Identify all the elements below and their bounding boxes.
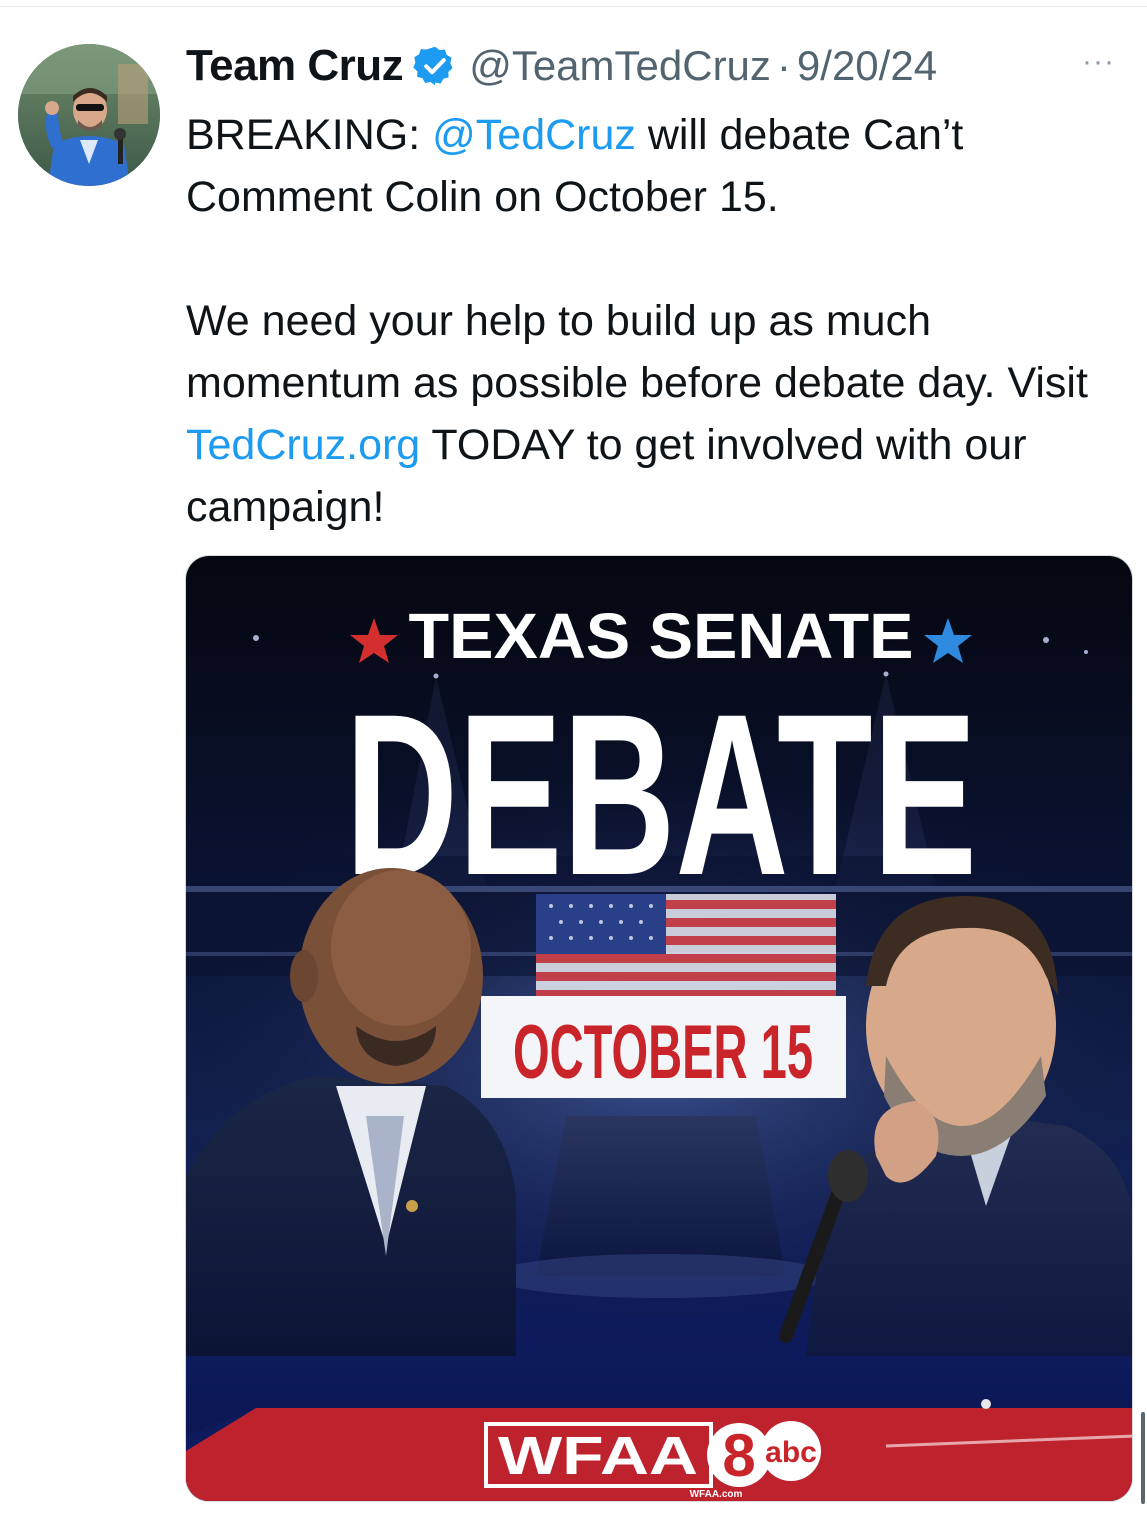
title-line-1: TEXAS SENATE: [409, 600, 914, 672]
wfaa-logo-text: WFAA: [498, 1426, 698, 1486]
author-handle[interactable]: @TeamTedCruz: [469, 42, 771, 90]
text-segment: BREAKING:: [186, 111, 433, 159]
date-banner-text: OCTOBER 15: [513, 1010, 813, 1095]
post-date[interactable]: 9/20/24: [797, 42, 937, 90]
scrollbar[interactable]: [1141, 1412, 1145, 1504]
tweet-media-image[interactable]: OCTOBER 15 TEXAS SENATE DEBATE WFAA 8 ab…: [185, 555, 1133, 1502]
mention-link[interactable]: @TedCruz: [432, 111, 636, 159]
more-options-icon[interactable]: ···: [1082, 47, 1115, 77]
channel-number: 8: [722, 1422, 755, 1489]
divider: [0, 6, 1147, 7]
avatar[interactable]: [18, 44, 160, 186]
wfaa-site-text: WFAA.com: [690, 1489, 743, 1500]
tweet-text: BREAKING: @TedCruz will debate Can’t Com…: [186, 104, 1126, 538]
text-segment: We need your help to build up as much mo…: [186, 297, 1088, 407]
separator-dot: ·: [776, 42, 791, 89]
tweet-paragraph-1: BREAKING: @TedCruz will debate Can’t Com…: [186, 104, 1126, 228]
tweet[interactable]: Team Cruz @TeamTedCruz · 9/20/24 ··· BRE…: [0, 0, 1147, 1513]
author-name[interactable]: Team Cruz: [186, 41, 404, 91]
verified-badge-icon: [413, 44, 457, 88]
website-link[interactable]: TedCruz.org: [186, 421, 420, 469]
abc-logo-text: abc: [765, 1436, 817, 1469]
tweet-paragraph-2: We need your help to build up as much mo…: [186, 290, 1126, 538]
tweet-header: Team Cruz @TeamTedCruz · 9/20/24: [186, 38, 937, 94]
